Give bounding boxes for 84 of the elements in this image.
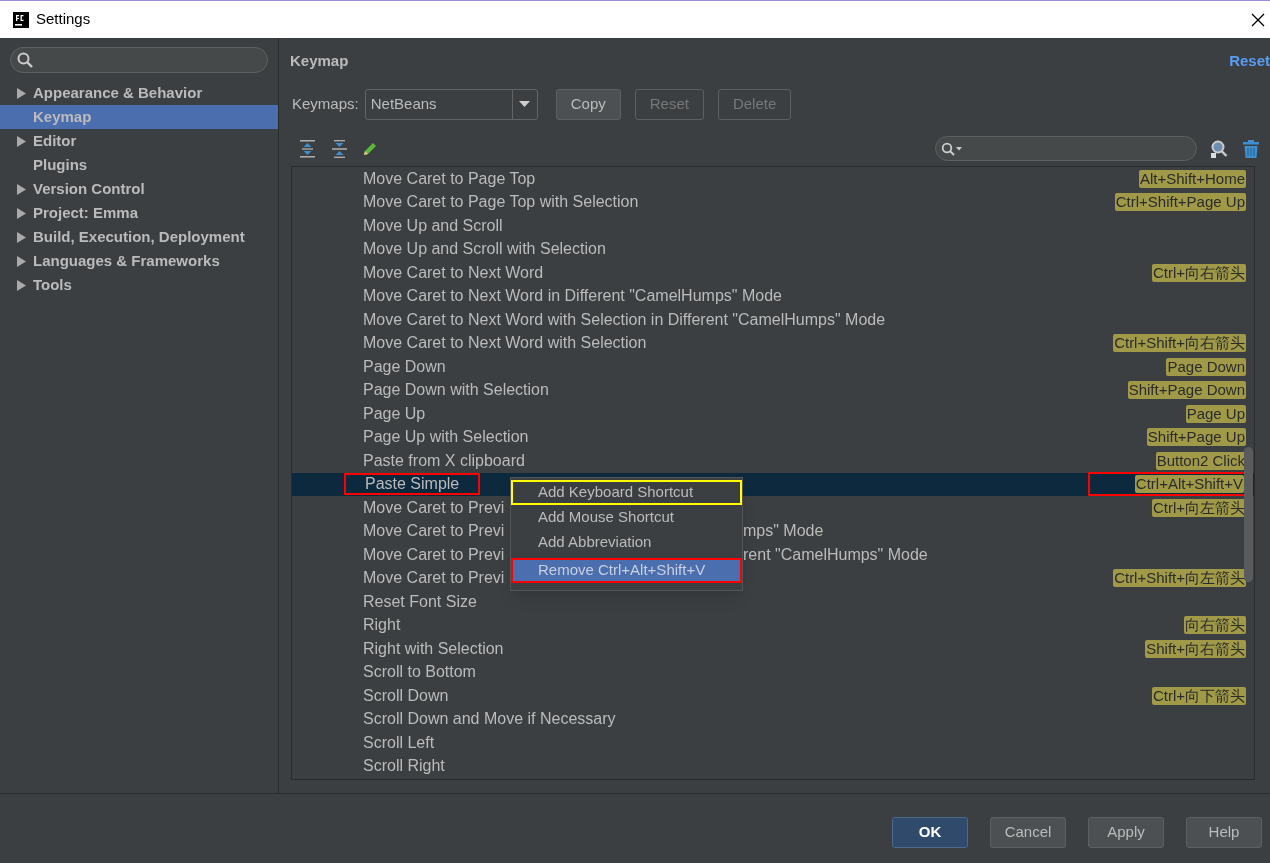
expand-arrow-icon[interactable]: [17, 255, 26, 267]
action-name: Move Caret to Next Word: [363, 262, 544, 283]
shortcut-badge: Ctrl+向左箭头: [1151, 498, 1246, 517]
expand-all-icon[interactable]: [299, 138, 316, 159]
expand-arrow-icon[interactable]: [17, 231, 26, 243]
expand-arrow-icon[interactable]: [17, 87, 26, 99]
action-name: Move Caret to Next Word with Selection in Different "CamelHumps" Mode: [363, 309, 886, 330]
find-shortcut-icon[interactable]: [1209, 138, 1229, 159]
shortcut-badge: Ctrl+Shift+Page Up: [1114, 193, 1246, 212]
expand-arrow-icon[interactable]: [17, 279, 26, 291]
action-name: Right: [363, 615, 401, 636]
action-name: Move Caret to Previ: [363, 568, 505, 589]
action-name: Scroll to Bottom: [363, 662, 476, 683]
window-title: Settings: [36, 9, 91, 30]
action-name: Page Up with Selection: [363, 427, 529, 448]
shortcut-badge: Ctrl+Alt+Shift+V: [1134, 475, 1244, 494]
dialog-button[interactable]: Apply: [1088, 817, 1164, 848]
keymap-dropdown[interactable]: NetBeans: [364, 88, 538, 120]
shortcut-badge: Ctrl+向下箭头: [1151, 686, 1246, 705]
sidebar-item[interactable]: Plugins: [0, 153, 278, 177]
action-name: Scroll Down and Move if Necessary: [363, 709, 616, 730]
sidebar-item[interactable]: Tools: [0, 273, 278, 297]
shortcut-badge: Shift+Page Up: [1146, 428, 1246, 447]
action-name: Move Caret to Page Top: [363, 168, 536, 189]
expand-arrow-icon[interactable]: [17, 207, 26, 219]
sidebar-item[interactable]: Editor: [0, 129, 278, 153]
app-icon: [13, 11, 29, 28]
expand-arrow-icon[interactable]: [17, 135, 26, 147]
pencil-icon[interactable]: [362, 140, 378, 157]
sidebar-item[interactable]: Build, Execution, Deployment: [0, 225, 278, 249]
close-icon[interactable]: [1251, 12, 1265, 27]
menu-item[interactable]: Add Keyboard Shortcut: [511, 480, 742, 505]
dialog-button[interactable]: Help: [1186, 817, 1262, 848]
menu-item[interactable]: Add Mouse Shortcut: [511, 505, 742, 530]
dialog-button[interactable]: Cancel: [990, 817, 1066, 848]
action-name: Move Caret to Previ: [363, 521, 505, 542]
action-name: Move Caret to Next Word with Selection: [363, 333, 647, 354]
action-name: Move Caret to Page Top with Selection: [363, 192, 639, 213]
expand-arrow-icon[interactable]: [17, 183, 26, 195]
action-name: Scroll Left: [363, 732, 435, 753]
sidebar-item[interactable]: Project: Emma: [0, 201, 278, 225]
action-name: mps" Mode: [743, 521, 824, 542]
shortcut-badge: Shift+向右箭头: [1145, 639, 1246, 658]
action-name: Move Caret to Previ: [363, 544, 505, 565]
scrollbar-thumb[interactable]: [1244, 447, 1253, 582]
sidebar-item[interactable]: Version Control: [0, 177, 278, 201]
shortcut-badge: Alt+Shift+Home: [1138, 169, 1246, 188]
page-title: Keymap: [290, 50, 349, 71]
action-name: Page Up: [363, 403, 426, 424]
action-name: rent "CamelHumps" Mode: [743, 544, 928, 565]
action-name: Right with Selection: [363, 638, 504, 659]
search-icon: [17, 52, 33, 68]
action-name: Reset Font Size: [363, 591, 477, 612]
action-name: Paste from X clipboard: [363, 450, 525, 471]
shortcut-badge: Ctrl+Shift+向左箭头: [1113, 569, 1246, 588]
search-icon: [941, 141, 963, 156]
sidebar-item[interactable]: Appearance & Behavior: [0, 81, 278, 105]
shortcut-badge: Page Up: [1185, 404, 1246, 423]
shortcut-badge: Shift+Page Down: [1127, 381, 1246, 400]
action-name: Scroll Right: [363, 756, 445, 777]
shortcut-badge: Ctrl+Shift+向右箭头: [1113, 334, 1246, 353]
action-name: Paste Simple: [344, 473, 481, 496]
menu-item[interactable]: Remove Ctrl+Alt+Shift+V: [511, 558, 742, 583]
action-name: Move Caret to Next Word in Different "CamelHumps" Mode: [363, 286, 782, 307]
menu-item[interactable]: Add Abbreviation: [511, 530, 742, 555]
dialog-button[interactable]: OK: [892, 817, 968, 848]
action-name: Page Down with Selection: [363, 380, 549, 401]
action-name: Page Down: [363, 356, 446, 377]
search-field[interactable]: [10, 47, 268, 73]
shortcut-badge: Ctrl+向右箭头: [1151, 263, 1246, 282]
keymap-button[interactable]: Copy: [555, 88, 621, 120]
action-name: Move Up and Scroll with Selection: [363, 239, 606, 260]
action-name: Move Up and Scroll: [363, 215, 503, 236]
trash-icon[interactable]: [1242, 138, 1260, 159]
keymaps-label: Keymaps:: [292, 93, 359, 114]
action-name: Scroll Down: [363, 685, 449, 706]
shortcut-badge: Button2 Click: [1155, 451, 1246, 470]
filter-field[interactable]: [935, 136, 1197, 161]
sidebar-item[interactable]: Languages & Frameworks: [0, 249, 278, 273]
reset-link[interactable]: Reset: [1229, 49, 1270, 73]
shortcut-badge: Page Down: [1166, 357, 1246, 376]
shortcut-badge: 向右箭头: [1184, 616, 1246, 635]
action-name: Move Caret to Previ: [363, 497, 505, 518]
collapse-all-icon[interactable]: [331, 138, 348, 159]
